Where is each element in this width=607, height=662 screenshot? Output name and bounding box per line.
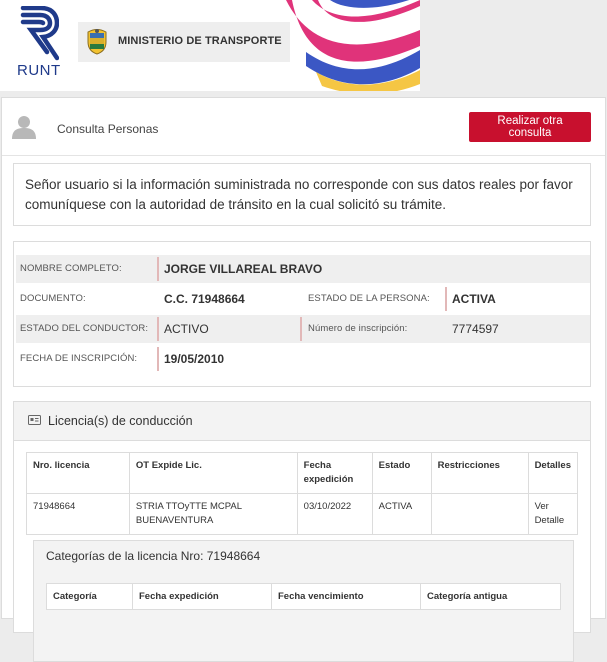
table-header-row: Categoría Fecha expedición Fecha vencimi… [46, 583, 561, 610]
consulta-panel: Consulta Personas Realizar otra consulta… [1, 97, 606, 662]
nombre-value: JORGE VILLAREAL BRAVO [164, 262, 323, 276]
col-categoria-antigua: Categoría antigua [420, 583, 561, 610]
notice-text: Señor usuario si la información suminist… [25, 177, 573, 212]
estado-persona-value: ACTIVA [452, 292, 496, 306]
fecha-inscripcion-label: FECHA DE INSCRIPCIÓN: [20, 353, 138, 364]
runt-logo-text: RUNT [17, 62, 61, 79]
separator [445, 287, 447, 311]
ver-detalle-link[interactable]: Ver Detalle [535, 501, 565, 526]
table-header-row: Nro. licencia OT Expide Lic. Fecha exped… [26, 452, 579, 494]
cell-nro-licencia: 71948664 [26, 493, 130, 535]
info-row-conductor: ESTADO DEL CONDUCTOR: ACTIVO Número de i… [16, 315, 590, 343]
ministry-label: MINISTERIO DE TRANSPORTE [118, 35, 282, 47]
separator [157, 347, 159, 371]
new-query-button[interactable]: Realizar otra consulta [469, 112, 591, 142]
col-nro-licencia: Nro. licencia [26, 452, 130, 494]
categorias-section: Categorías de la licencia Nro: 71948664 … [33, 540, 574, 662]
id-card-icon [28, 415, 41, 425]
col-cat-fecha-expedicion: Fecha expedición [132, 583, 272, 610]
separator [157, 317, 159, 341]
panel-title: Consulta Personas [57, 122, 159, 136]
runt-r-icon [20, 6, 59, 61]
coat-of-arms-icon [87, 29, 107, 55]
estado-conductor-label: ESTADO DEL CONDUCTOR: [20, 323, 149, 334]
cell-fecha-expedicion: 03/10/2022 [296, 493, 373, 535]
categorias-table: Categoría Fecha expedición Fecha vencimi… [46, 583, 561, 610]
inscripcion-num-value: 7774597 [452, 322, 499, 336]
col-detalles: Detalles [527, 452, 579, 494]
licencias-header: Licencia(s) de conducción [14, 402, 590, 441]
person-info: NOMBRE COMPLETO: JORGE VILLAREAL BRAVO D… [13, 241, 591, 387]
info-row-fecha: FECHA DE INSCRIPCIÓN: 19/05/2010 [16, 345, 590, 373]
categorias-title: Categorías de la licencia Nro: 71948664 [46, 549, 261, 563]
site-header: RUNT MINISTERIO DE TRANSPORTE [0, 0, 420, 91]
nombre-label: NOMBRE COMPLETO: [20, 263, 122, 274]
decorative-waves-image [286, 0, 420, 91]
cell-detalles: Ver Detalle [527, 493, 579, 535]
info-row-nombre: NOMBRE COMPLETO: JORGE VILLAREAL BRAVO [16, 255, 590, 283]
estado-conductor-value: ACTIVO [164, 322, 209, 336]
notice-box: Señor usuario si la información suminist… [13, 163, 591, 226]
inscripcion-num-label: Número de inscripción: [308, 323, 408, 334]
col-estado: Estado [371, 452, 432, 494]
licencias-title: Licencia(s) de conducción [48, 414, 193, 428]
cell-estado: ACTIVA [371, 493, 432, 535]
runt-logo[interactable]: RUNT [16, 6, 62, 79]
panel-header: Consulta Personas Realizar otra consulta [2, 98, 605, 156]
info-row-documento: DOCUMENTO: C.C. 71948664 ESTADO DE LA PE… [16, 285, 590, 313]
table-row: 71948664 STRIA TTOyTTE MCPAL BUENAVENTUR… [26, 493, 579, 535]
col-fecha-expedicion: Fecha expedición [296, 452, 373, 494]
documento-label: DOCUMENTO: [20, 293, 86, 304]
cell-restricciones [430, 493, 529, 535]
separator [300, 317, 302, 341]
separator [157, 257, 159, 281]
ministry-badge: MINISTERIO DE TRANSPORTE [78, 22, 290, 62]
col-cat-fecha-vencimiento: Fecha vencimiento [271, 583, 421, 610]
fecha-inscripcion-value: 19/05/2010 [164, 352, 225, 366]
user-icon [12, 116, 36, 139]
cell-ot-expide: STRIA TTOyTTE MCPAL BUENAVENTURA [128, 493, 298, 535]
col-restricciones: Restricciones [430, 452, 529, 494]
col-categoria: Categoría [46, 583, 133, 610]
licencias-table: Nro. licencia OT Expide Lic. Fecha exped… [26, 452, 579, 535]
documento-value: C.C. 71948664 [164, 292, 245, 306]
estado-persona-label: ESTADO DE LA PERSONA: [308, 293, 430, 304]
header-background [420, 0, 607, 91]
licencias-section: Licencia(s) de conducción Nro. licencia … [13, 401, 591, 662]
col-ot-expide: OT Expide Lic. [128, 452, 298, 494]
